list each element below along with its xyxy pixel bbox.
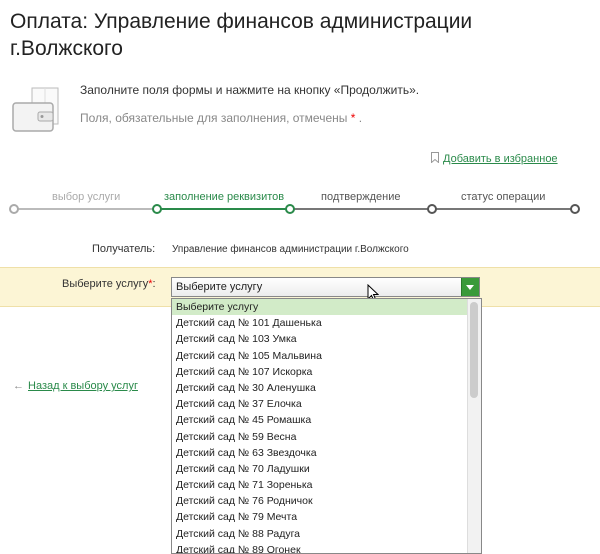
progress-steps: выбор услуги заполнение реквизитов подтв… (0, 188, 600, 216)
dropdown-option[interactable]: Детский сад № 76 Родничок (172, 493, 481, 509)
step-confirm: подтверждение (321, 191, 401, 203)
dropdown-option[interactable]: Детский сад № 79 Мечта (172, 509, 481, 525)
dropdown-option[interactable]: Детский сад № 30 Аленушка (172, 380, 481, 396)
dropdown-arrow-icon[interactable] (461, 278, 479, 296)
dropdown-option[interactable]: Детский сад № 103 Умка (172, 331, 481, 347)
step-status: статус операции (461, 191, 546, 203)
dropdown-scrollbar[interactable] (467, 299, 481, 553)
dropdown-option[interactable]: Детский сад № 88 Радуга (172, 526, 481, 542)
service-dropdown-list[interactable]: Выберите услугу Детский сад № 101 Дашеньк… (171, 298, 482, 554)
recipient-value: Управление финансов администрации г.Волж… (172, 244, 409, 255)
dropdown-option[interactable]: Выберите услугу (172, 299, 468, 316)
dropdown-option[interactable]: Детский сад № 59 Весна (172, 429, 481, 445)
step-dot-4 (427, 204, 437, 214)
dropdown-option[interactable]: Детский сад № 105 Мальвина (172, 348, 481, 364)
service-select-value: Выберите услугу (176, 281, 263, 293)
arrow-left-icon: ← (13, 380, 24, 392)
form-hint: Заполните поля формы и нажмите на кнопку… (80, 83, 420, 97)
step-dot-2 (152, 204, 162, 214)
progress-line-active (157, 208, 290, 210)
service-select[interactable]: Выберите услугу (171, 277, 480, 297)
recipient-label: Получатель: (92, 243, 156, 255)
dropdown-option[interactable]: Детский сад № 37 Елочка (172, 396, 481, 412)
step-dot-3 (285, 204, 295, 214)
dropdown-option[interactable]: Детский сад № 101 Дашенька (172, 315, 481, 331)
dropdown-option[interactable]: Детский сад № 45 Ромашка (172, 412, 481, 428)
add-to-favorites-link[interactable]: Добавить в избранное (431, 152, 558, 165)
step-fill-details: заполнение реквизитов (164, 191, 285, 203)
bookmark-icon (431, 152, 439, 164)
required-star: * (350, 111, 356, 125)
wallet-icon (12, 87, 59, 132)
back-to-services-link[interactable]: ← Назад к выбору услуг (13, 380, 138, 392)
dropdown-option[interactable]: Детский сад № 107 Искорка (172, 364, 481, 380)
progress-line-done (14, 208, 157, 210)
page-title: Оплата: Управление финансов администраци… (10, 10, 473, 60)
step-select-service: выбор услуги (52, 191, 121, 203)
dropdown-option[interactable]: Детский сад № 71 Зоренька (172, 477, 481, 493)
dropdown-option[interactable]: Детский сад № 89 Огонек (172, 542, 481, 553)
dropdown-option[interactable]: Детский сад № 63 Звездочка (172, 445, 481, 461)
required-hint: Поля, обязательные для заполнения, отмеч… (80, 111, 363, 125)
step-dot-5 (570, 204, 580, 214)
step-dot-1 (9, 204, 19, 214)
service-label: Выберите услугу*: (62, 278, 156, 290)
scrollbar-thumb[interactable] (470, 302, 478, 398)
dropdown-option[interactable]: Детский сад № 70 Ладушки (172, 461, 481, 477)
